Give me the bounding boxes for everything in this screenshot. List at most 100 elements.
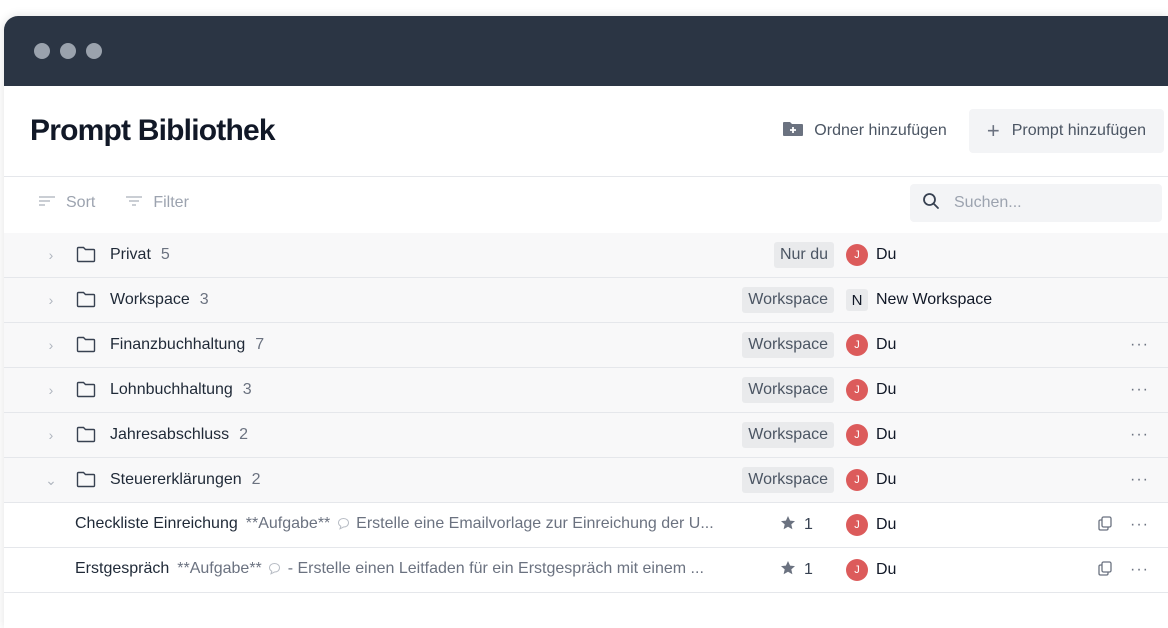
visibility-badge: Workspace xyxy=(742,467,834,493)
chevron-down-icon[interactable]: ⌄ xyxy=(44,472,58,489)
owner-name: Du xyxy=(876,561,897,578)
owner-name: Du xyxy=(876,246,897,263)
folder-row-finanzbuchhaltung[interactable]: › Finanzbuchhaltung 7 Workspace J Du ··· xyxy=(4,323,1168,368)
avatar: J xyxy=(846,424,868,446)
folder-name: Steuererklärungen 2 xyxy=(110,471,261,488)
owner: J Du xyxy=(846,469,896,491)
owner-name: Du xyxy=(876,516,897,533)
filter-button[interactable]: Filter xyxy=(125,194,189,213)
star-count[interactable]: 1 xyxy=(780,515,813,536)
folder-row-jahresabschluss[interactable]: › Jahresabschluss 2 Workspace J Du ··· xyxy=(4,413,1168,458)
folder-count: 3 xyxy=(242,381,252,398)
chevron-right-icon[interactable]: › xyxy=(44,247,58,263)
page-header: Prompt Bibliothek Ordner hinzufügen + Pr… xyxy=(4,86,1168,177)
filter-label: Filter xyxy=(153,194,189,211)
folder-plus-icon xyxy=(782,121,804,142)
visibility-badge: Workspace xyxy=(742,332,834,358)
folder-icon xyxy=(76,246,96,268)
owner: J Du xyxy=(846,244,896,266)
owner: J Du xyxy=(846,514,896,536)
prompt-preview: **Aufgabe** - Erstelle einen Leitfaden f… xyxy=(177,560,704,577)
owner-name: Du xyxy=(876,336,897,353)
prompt-preview: **Aufgabe** Erstelle eine Emailvorlage z… xyxy=(246,515,714,532)
owner: J Du xyxy=(846,334,896,356)
avatar: J xyxy=(846,379,868,401)
folder-count: 7 xyxy=(255,336,265,353)
visibility-badge: Workspace xyxy=(742,287,834,313)
prompt-row-checkliste-einreichung[interactable]: Checkliste Einreichung **Aufgabe** Erstel… xyxy=(4,503,1168,548)
folder-count: 2 xyxy=(251,471,261,488)
page-title: Prompt Bibliothek xyxy=(30,114,276,147)
sort-icon xyxy=(38,194,56,213)
more-options-icon[interactable]: ··· xyxy=(1130,426,1149,444)
avatar: J xyxy=(846,469,868,491)
more-options-icon[interactable]: ··· xyxy=(1130,336,1149,354)
star-count[interactable]: 1 xyxy=(780,560,813,581)
more-options-icon[interactable]: ··· xyxy=(1130,471,1149,489)
folder-name: Lohnbuchhaltung 3 xyxy=(110,381,252,398)
folder-row-steuererklaerungen[interactable]: ⌄ Steuererklärungen 2 Workspace J Du ··· xyxy=(4,458,1168,503)
window-titlebar xyxy=(4,16,1168,86)
owner-name: New Workspace xyxy=(876,291,993,308)
star-count-value: 1 xyxy=(804,516,813,533)
folder-name: Finanzbuchhaltung 7 xyxy=(110,336,265,353)
folder-icon xyxy=(76,291,96,313)
search-icon xyxy=(922,192,940,215)
folder-name: Workspace 3 xyxy=(110,291,209,308)
window-minimize-dot[interactable] xyxy=(60,43,76,59)
window-maximize-dot[interactable] xyxy=(86,43,102,59)
folder-count: 3 xyxy=(199,291,209,308)
folder-icon xyxy=(76,471,96,493)
folder-icon xyxy=(76,426,96,448)
folder-row-privat[interactable]: › Privat 5 Nur du J Du xyxy=(4,233,1168,278)
owner: J Du xyxy=(846,379,896,401)
folder-count: 2 xyxy=(239,426,249,443)
avatar: J xyxy=(846,334,868,356)
avatar: J xyxy=(846,244,868,266)
add-folder-label: Ordner hinzufügen xyxy=(814,122,947,139)
add-prompt-button[interactable]: + Prompt hinzufügen xyxy=(968,109,1164,153)
folder-name: Jahresabschluss 2 xyxy=(110,426,249,443)
folder-row-lohnbuchhaltung[interactable]: › Lohnbuchhaltung 3 Workspace J Du ··· xyxy=(4,368,1168,413)
search-input[interactable] xyxy=(952,193,1136,213)
prompt-library-list: › Privat 5 Nur du J Du › Workspace 3 Worksp… xyxy=(4,233,1168,593)
list-toolbar: Sort Filter xyxy=(4,177,1168,229)
owner-name: Du xyxy=(876,426,897,443)
folder-icon xyxy=(76,381,96,403)
sort-label: Sort xyxy=(66,194,96,211)
more-options-icon[interactable]: ··· xyxy=(1130,561,1149,579)
star-icon xyxy=(780,515,796,536)
chevron-right-icon[interactable]: › xyxy=(44,382,58,398)
header-actions: Ordner hinzufügen + Prompt hinzufügen xyxy=(782,109,1164,153)
star-count-value: 1 xyxy=(804,561,813,578)
owner: J Du xyxy=(846,424,896,446)
add-folder-button[interactable]: Ordner hinzufügen xyxy=(782,121,947,142)
app-window: Prompt Bibliothek Ordner hinzufügen + Pr… xyxy=(4,16,1168,628)
chat-bubble-icon xyxy=(337,517,350,535)
visibility-badge: Nur du xyxy=(773,242,834,268)
prompt-title: Erstgespräch **Aufgabe** - Erstelle einen… xyxy=(75,560,704,580)
owner-name: Du xyxy=(876,381,897,398)
prompt-title: Checkliste Einreichung **Aufgabe** Erstel… xyxy=(75,515,714,535)
owner: J Du xyxy=(846,559,896,581)
copy-icon[interactable] xyxy=(1098,516,1112,536)
chat-bubble-icon xyxy=(268,562,281,580)
sort-button[interactable]: Sort xyxy=(38,194,95,213)
star-icon xyxy=(780,560,796,581)
filter-icon xyxy=(125,194,143,213)
folder-name: Privat 5 xyxy=(110,246,170,263)
main-content: Prompt Bibliothek Ordner hinzufügen + Pr… xyxy=(4,86,1168,593)
folder-row-workspace[interactable]: › Workspace 3 Workspace N New Workspace xyxy=(4,278,1168,323)
folder-icon xyxy=(76,336,96,358)
avatar: J xyxy=(846,559,868,581)
chevron-right-icon[interactable]: › xyxy=(44,427,58,443)
plus-icon: + xyxy=(986,118,1000,143)
avatar: J xyxy=(846,514,868,536)
copy-icon[interactable] xyxy=(1098,561,1112,581)
chevron-right-icon[interactable]: › xyxy=(44,337,58,353)
prompt-row-erstgespraech[interactable]: Erstgespräch **Aufgabe** - Erstelle einen… xyxy=(4,548,1168,593)
more-options-icon[interactable]: ··· xyxy=(1130,516,1149,534)
more-options-icon[interactable]: ··· xyxy=(1130,381,1149,399)
chevron-right-icon[interactable]: › xyxy=(44,292,58,308)
window-close-dot[interactable] xyxy=(34,43,50,59)
